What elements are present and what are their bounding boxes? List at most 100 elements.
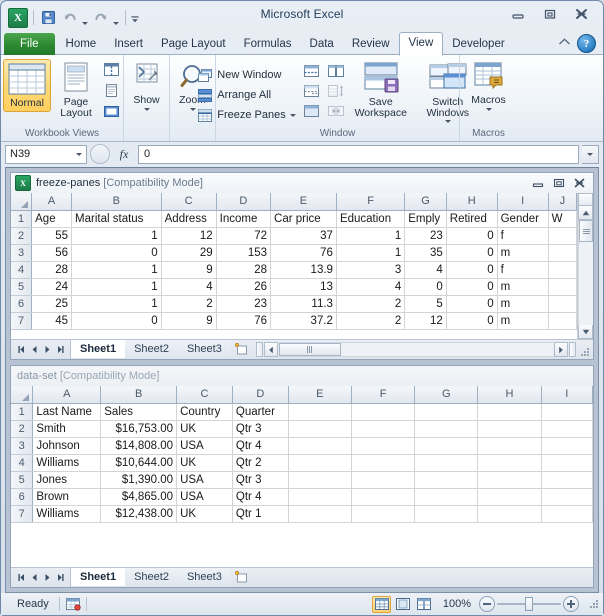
cell-e3-2[interactable] [288, 437, 352, 455]
cell-h7[interactable]: 0 [446, 312, 498, 330]
cell-c5[interactable]: 4 [161, 278, 217, 296]
tab-page-layout[interactable]: Page Layout [152, 34, 235, 55]
col-header-g-2[interactable]: G [414, 386, 479, 404]
cell-a6-2[interactable]: Brown [32, 488, 102, 506]
cell-h1[interactable]: Retired [446, 210, 498, 228]
cell-f7[interactable]: 2 [336, 312, 406, 330]
cell-f5-2[interactable] [351, 471, 416, 489]
workbook-window-data-set[interactable]: data-set [Compatibility Mode] A B C D E … [10, 365, 594, 588]
horizontal-scrollbar-1[interactable] [255, 342, 593, 357]
macros-dropdown-icon[interactable] [485, 108, 492, 111]
cell-f3[interactable]: 1 [336, 244, 406, 262]
cell-b1-2[interactable]: Sales [100, 403, 178, 421]
restore-button[interactable] [536, 5, 563, 23]
cell-c2-2[interactable]: UK [176, 420, 233, 438]
cell-j4[interactable] [548, 261, 577, 279]
cell-a7[interactable]: 45 [31, 312, 73, 330]
col-header-b-2[interactable]: B [100, 386, 178, 404]
cell-g2[interactable]: 23 [404, 227, 447, 245]
cell-b5[interactable]: 1 [71, 278, 162, 296]
page-layout-view-button[interactable]: Page Layout [51, 59, 101, 121]
page-break-preview-button[interactable] [101, 60, 121, 79]
row-header-5[interactable]: 5 [11, 278, 33, 296]
insert-worksheet-icon-2[interactable] [231, 568, 253, 586]
cell-a7-2[interactable]: Williams [32, 505, 102, 523]
first-sheet-button-1[interactable] [15, 342, 27, 357]
cell-h4-2[interactable] [477, 454, 542, 472]
worksheet-cells-1[interactable]: A B C D E F G H I J 1 Age Marital status… [11, 193, 577, 339]
cell-h2[interactable]: 0 [446, 227, 498, 245]
cell-g1-2[interactable] [414, 403, 479, 421]
cell-f6[interactable]: 2 [336, 295, 406, 313]
cell-f6-2[interactable] [351, 488, 416, 506]
scroll-down-button-1[interactable] [578, 325, 593, 339]
row-header-2-2[interactable]: 2 [11, 420, 34, 438]
cell-c2[interactable]: 12 [161, 227, 217, 245]
zoom-slider-track[interactable] [495, 597, 563, 611]
sheet-tab-sheet3-2[interactable]: Sheet3 [177, 568, 231, 586]
col-header-j[interactable]: J [548, 193, 577, 211]
resize-grip[interactable] [585, 598, 599, 611]
cell-b4[interactable]: 1 [71, 261, 162, 279]
hide-button[interactable] [301, 81, 323, 100]
minimize-ribbon-icon[interactable] [558, 37, 571, 50]
worksheet-grid-1[interactable]: A B C D E F G H I J 1 Age Marital status… [11, 193, 593, 339]
cell-g4[interactable]: 4 [404, 261, 447, 279]
col-header-i-2[interactable]: I [541, 386, 593, 404]
page-break-preview-button[interactable] [414, 596, 433, 613]
name-box-dropdown-icon[interactable] [76, 152, 82, 156]
row-header-2[interactable]: 2 [11, 227, 33, 245]
horizontal-split-handle-1[interactable] [255, 342, 263, 357]
cell-b5-2[interactable]: $1,390.00 [100, 471, 178, 489]
cell-d2-2[interactable]: Qtr 3 [232, 420, 289, 438]
cell-i6[interactable]: m [497, 295, 549, 313]
cell-j3[interactable] [548, 244, 577, 262]
row-header-5-2[interactable]: 5 [11, 471, 34, 489]
cell-d5[interactable]: 26 [216, 278, 272, 296]
cell-b3[interactable]: 0 [71, 244, 162, 262]
cell-g1[interactable]: Emply [404, 210, 447, 228]
scroll-right-button-1[interactable] [554, 342, 568, 357]
cell-i1-2[interactable] [541, 403, 593, 421]
cell-d4[interactable]: 28 [216, 261, 272, 279]
tab-home[interactable]: Home [57, 34, 106, 55]
cell-f3-2[interactable] [351, 437, 416, 455]
cell-g5[interactable]: 0 [404, 278, 447, 296]
cell-h2-2[interactable] [477, 420, 542, 438]
sheet-tab-sheet2-2[interactable]: Sheet2 [125, 568, 178, 586]
cell-g5-2[interactable] [414, 471, 479, 489]
normal-view-button[interactable]: Normal [3, 59, 51, 112]
cell-a1-2[interactable]: Last Name [32, 403, 102, 421]
cell-f2[interactable]: 1 [336, 227, 406, 245]
cell-d6[interactable]: 23 [216, 295, 272, 313]
select-all-corner-2[interactable] [11, 386, 34, 404]
cell-f4-2[interactable] [351, 454, 416, 472]
row-header-4-2[interactable]: 4 [11, 454, 34, 472]
cell-f5[interactable]: 4 [336, 278, 406, 296]
cell-b2[interactable]: 1 [71, 227, 162, 245]
switch-windows-dropdown-icon[interactable] [444, 120, 451, 123]
vertical-scrollbar-1[interactable] [577, 193, 593, 339]
cell-d1-2[interactable]: Quarter [232, 403, 289, 421]
cell-h6[interactable]: 0 [446, 295, 498, 313]
cell-h4[interactable]: 0 [446, 261, 498, 279]
zoom-slider[interactable] [479, 596, 585, 612]
cell-a5[interactable]: 24 [31, 278, 73, 296]
cell-d3[interactable]: 153 [216, 244, 272, 262]
restore-button[interactable] [550, 176, 567, 190]
close-button[interactable] [571, 176, 588, 190]
show-button[interactable]: Show [122, 59, 172, 113]
cell-b6[interactable]: 1 [71, 295, 162, 313]
record-macro-icon[interactable] [60, 597, 86, 611]
save-workspace-button[interactable]: Save Workspace [349, 59, 413, 121]
cell-b3-2[interactable]: $14,808.00 [100, 437, 178, 455]
vertical-split-handle-1[interactable] [578, 193, 593, 206]
vertical-scroll-thumb-1[interactable] [579, 220, 593, 242]
col-header-a-2[interactable]: A [32, 386, 102, 404]
cell-h7-2[interactable] [477, 505, 542, 523]
cell-h5[interactable]: 0 [446, 278, 498, 296]
cell-a2[interactable]: 55 [31, 227, 73, 245]
row-header-6-2[interactable]: 6 [11, 488, 34, 506]
formula-bar-buttons[interactable] [90, 144, 110, 164]
cell-b7[interactable]: 0 [71, 312, 162, 330]
